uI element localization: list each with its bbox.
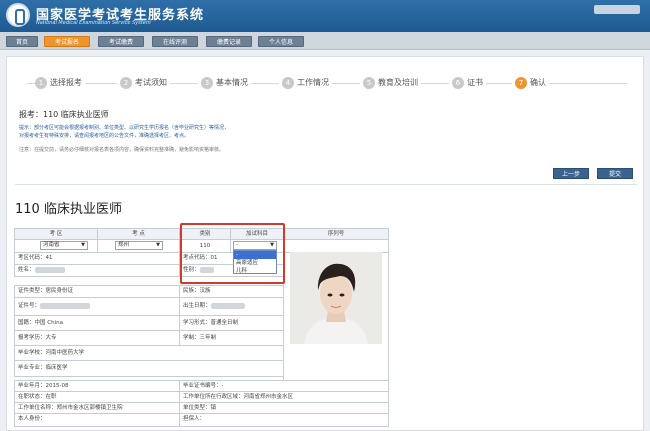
step-select-exam: 1 选择报考 <box>35 77 85 89</box>
name-row: 姓名： <box>14 264 180 277</box>
highlight-annotation <box>180 223 285 284</box>
identity-row: 本人身份： <box>14 413 180 427</box>
nav-exam-registration[interactable]: 考试报名 <box>44 36 90 47</box>
system-subtitle: National Medical Examination Service Sys… <box>36 20 151 26</box>
birth-label: 出生日期： <box>183 303 211 309</box>
portrait-image <box>290 252 382 344</box>
id-number-blurred <box>40 302 91 309</box>
step-number: 1 <box>35 77 47 89</box>
applicant-photo <box>290 252 382 344</box>
education-level: 报考学历：大专 <box>14 330 180 346</box>
birth-row: 出生日期： <box>179 297 284 316</box>
submit-button[interactable]: 提交 <box>597 168 633 179</box>
region-select-value: 河南省 <box>43 242 60 248</box>
step-education: 5 教育及培训 <box>360 77 421 89</box>
prev-step-button[interactable]: 上一步 <box>553 168 589 179</box>
study-form: 学习形式：普通全日制 <box>179 315 284 331</box>
step-label: 考试须知 <box>135 78 167 87</box>
step-certificate: 6 证书 <box>449 77 486 89</box>
step-number: 4 <box>282 77 294 89</box>
step-number: 3 <box>201 77 213 89</box>
step-number: 5 <box>363 77 375 89</box>
notice-line-1: 提示：部分考区可能会根据报考制别、单位类型、以研究生学历报名（含毕业研究生）等情… <box>19 125 230 131</box>
site-select[interactable]: 郑州 ▼ <box>115 241 163 250</box>
birth-blurred <box>210 302 245 309</box>
site-select-value: 郑州 <box>118 242 130 248</box>
guarantor-row: 担保人： <box>179 413 389 427</box>
region-select[interactable]: 河南省 ▼ <box>40 241 88 250</box>
nav-online-assessment[interactable]: 在线评测 <box>152 36 198 47</box>
nationality: 国籍：中国 China <box>14 315 180 331</box>
nav-exam-payment[interactable]: 考试缴费 <box>98 36 144 47</box>
form-title: 110 临床执业医师 <box>15 202 122 217</box>
id-number-label: 证件号： <box>18 303 41 309</box>
schooling-years: 学制：三年制 <box>179 330 284 346</box>
step-basic-info: 3 基本情况 <box>198 77 251 89</box>
user-info[interactable]: 用户 <box>594 5 640 14</box>
app-header: 国家医学考试考生服务系统 National Medical Examinatio… <box>0 0 650 32</box>
name-label: 姓名： <box>18 267 35 273</box>
nav-home[interactable]: 首页 <box>6 36 38 47</box>
logo-icon <box>6 3 30 27</box>
step-number: 7 <box>515 77 527 89</box>
chevron-down-icon: ▼ <box>81 242 85 248</box>
serial-cell <box>283 239 389 253</box>
id-number-row: 证件号： <box>14 297 180 316</box>
notice-line-3: 注意：在提交前，请务必仔细核对报名表各项内容，确保资料完整准确，避免影响资格审核… <box>19 147 225 153</box>
graduation-major: 毕业专业：临床医学 <box>14 360 284 377</box>
step-confirm: 7 确认 <box>512 77 549 89</box>
exam-header: 报考：110 临床执业医师 <box>19 110 109 119</box>
nav-payment-records[interactable]: 缴费记录 <box>206 36 252 47</box>
step-number: 2 <box>120 77 132 89</box>
step-number: 6 <box>452 77 464 89</box>
step-work-info: 4 工作情况 <box>279 77 332 89</box>
notice-line-2: 对报考考生有特殊安排，请查阅报考地区的公告文件，准确选择考区、考点。 <box>19 133 190 139</box>
chevron-down-icon: ▼ <box>156 242 160 248</box>
step-label: 教育及培训 <box>378 78 418 87</box>
step-exam-notice: 2 考试须知 <box>117 77 170 89</box>
step-label: 基本情况 <box>216 78 248 87</box>
step-label: 选择报考 <box>50 78 82 87</box>
step-label: 证书 <box>467 78 483 87</box>
section-divider <box>15 184 637 185</box>
nav-personal-info[interactable]: 个人信息 <box>258 36 304 47</box>
graduation-school: 毕业学校：河南中医药大学 <box>14 345 284 361</box>
name-blurred <box>34 266 65 273</box>
step-label: 确认 <box>530 78 546 87</box>
main-nav: 首页 考试报名 考试缴费 在线评测 缴费记录 个人信息 <box>0 32 650 50</box>
step-label: 工作情况 <box>297 78 329 87</box>
